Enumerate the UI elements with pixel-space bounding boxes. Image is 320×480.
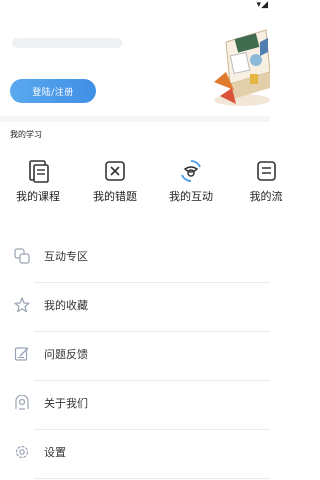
about-icon: [15, 395, 29, 410]
my-interaction-label: 我的互动: [169, 190, 213, 203]
my-interaction-button[interactable]: 我的互动: [161, 158, 221, 214]
menu-item-favorites[interactable]: 我的收藏: [0, 283, 270, 332]
learning-section-title: 我的学习: [10, 130, 42, 139]
interaction-zone-icon: [14, 248, 30, 264]
interaction-icon: [181, 160, 201, 182]
menu-item-interaction-zone[interactable]: 互动专区: [0, 234, 270, 283]
feedback-icon: [14, 347, 29, 361]
menu-item-settings[interactable]: 设置: [0, 430, 270, 479]
user-name-placeholder: [12, 38, 122, 48]
my-courses-label: 我的课程: [16, 190, 60, 203]
menu-item-feedback[interactable]: 问题反馈: [0, 332, 270, 381]
star-icon: [14, 297, 30, 313]
menu-item-label: 关于我们: [44, 397, 88, 410]
my-records-label: 我的流: [249, 190, 283, 203]
record-icon: [257, 161, 276, 181]
course-icon: [29, 160, 49, 183]
menu-item-label: 问题反馈: [44, 348, 88, 361]
menu-item-label: 互动专区: [44, 250, 88, 263]
my-records-button[interactable]: 我的流: [236, 158, 296, 214]
wrong-questions-icon: [105, 161, 125, 181]
menu-divider: [34, 478, 270, 479]
menu-item-label: 我的收藏: [44, 299, 88, 312]
section-divider: [0, 116, 270, 122]
my-courses-button[interactable]: 我的课程: [8, 158, 68, 214]
menu-item-about-us[interactable]: 关于我们: [0, 381, 270, 430]
profile-header: ▾◢ 登陆/注册: [0, 0, 270, 118]
status-icons: ▾◢: [256, 0, 268, 10]
settings-icon: [15, 445, 29, 459]
menu-item-label: 设置: [44, 446, 66, 459]
books-illustration: [214, 29, 270, 106]
login-register-button[interactable]: 登陆/注册: [10, 79, 96, 103]
my-wrong-questions-label: 我的错题: [93, 190, 137, 203]
my-wrong-questions-button[interactable]: 我的错题: [85, 158, 145, 214]
